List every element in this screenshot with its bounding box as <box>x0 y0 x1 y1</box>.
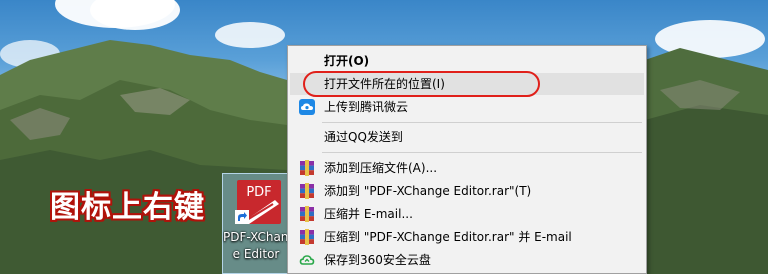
highlight-ring <box>303 71 540 97</box>
desktop-icon-label-line2: e Editor <box>232 247 280 261</box>
winrar-icon <box>300 206 314 222</box>
menu-item-label: 压缩并 E-mail... <box>324 207 413 221</box>
menu-item-label: 保存到360安全云盘 <box>324 253 431 267</box>
menu-item-label: 压缩到 "PDF-XChange Editor.rar" 并 E-mail <box>324 230 572 244</box>
annotation-label: 图标上右键 <box>50 190 205 225</box>
weiyun-cloud-icon <box>299 99 315 115</box>
menu-item-label: 通过QQ发送到 <box>324 130 403 144</box>
menu-item-save-to-360-cloud[interactable]: 保存到360安全云盘 <box>290 249 644 271</box>
menu-item-compress-and-email[interactable]: 压缩并 E-mail... <box>290 203 644 225</box>
pdf-glyph-text: PDF <box>246 185 271 200</box>
pdf-xchange-desktop-icon[interactable]: PDF PDF-XChange e Editor <box>222 173 289 274</box>
winrar-icon <box>300 229 314 245</box>
desktop-icon-label: PDF-XChange e Editor <box>223 229 289 263</box>
desktop-icon-label-line1: PDF-XChange <box>223 230 289 244</box>
menu-separator <box>322 122 642 123</box>
menu-item-add-to-archive[interactable]: 添加到压缩文件(A)... <box>290 157 644 179</box>
menu-item-compress-to-rar-and-email[interactable]: 压缩到 "PDF-XChange Editor.rar" 并 E-mail <box>290 226 644 248</box>
menu-separator <box>322 152 642 153</box>
menu-item-label: 打开(O) <box>324 54 370 68</box>
menu-item-label: 添加到 "PDF-XChange Editor.rar"(T) <box>324 184 532 198</box>
360-cloud-icon <box>299 255 315 265</box>
menu-item-open[interactable]: 打开(O) <box>290 50 644 72</box>
winrar-icon <box>300 160 314 176</box>
menu-item-label: 上传到腾讯微云 <box>324 100 409 114</box>
menu-item-send-via-qq[interactable]: 通过QQ发送到 <box>290 126 644 148</box>
winrar-icon <box>300 183 314 199</box>
shortcut-arrow-icon <box>235 210 249 224</box>
menu-item-add-to-rar[interactable]: 添加到 "PDF-XChange Editor.rar"(T) <box>290 180 644 202</box>
menu-item-upload-weiyun[interactable]: 上传到腾讯微云 <box>290 96 644 118</box>
menu-item-label: 添加到压缩文件(A)... <box>324 161 438 175</box>
